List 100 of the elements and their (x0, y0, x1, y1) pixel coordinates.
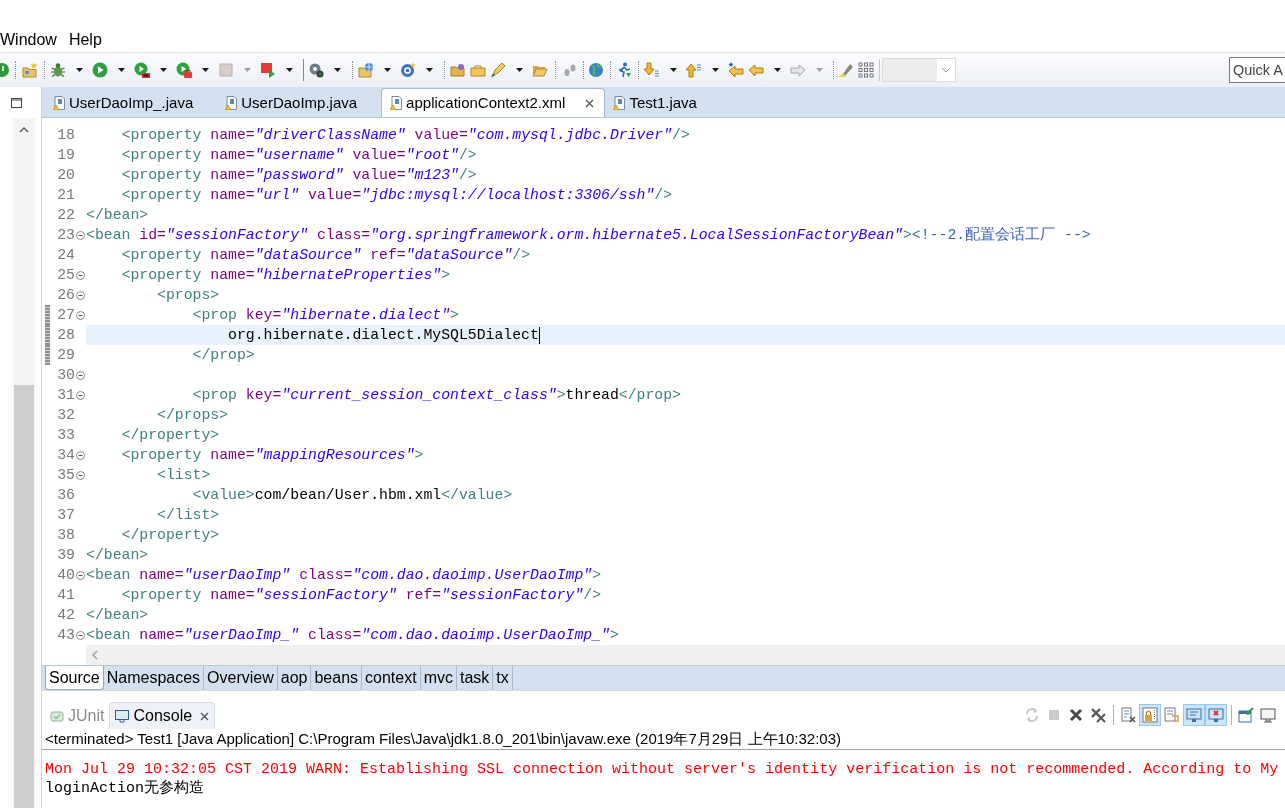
folder-icon[interactable] (450, 62, 466, 78)
folder-star-icon[interactable] (22, 62, 38, 78)
globe-icon[interactable] (588, 62, 604, 78)
caret-icon[interactable] (201, 68, 209, 72)
caret-icon[interactable] (75, 68, 83, 72)
test-icon (50, 709, 64, 722)
editor-tab[interactable]: applicationContext2.xml (381, 88, 606, 117)
line-number: 23 (57, 226, 75, 245)
code-line: </bean> (86, 546, 149, 565)
line-number: 29 (57, 346, 75, 365)
globe-folder-icon[interactable] (358, 62, 374, 78)
editor-tab[interactable]: UserDaoImp_.java (45, 89, 218, 117)
bug-icon[interactable] (50, 62, 66, 78)
line-number: 39 (57, 546, 75, 565)
close-icon[interactable] (585, 98, 595, 108)
arrow-left-icon[interactable] (748, 62, 764, 78)
stop-play-icon[interactable] (260, 62, 276, 78)
arrow-down-icon[interactable] (644, 62, 660, 78)
editor-subtab[interactable]: aop (277, 666, 312, 690)
view-tab[interactable]: Console (109, 702, 216, 729)
collapse-icon[interactable] (76, 470, 85, 480)
play-toolbox-icon[interactable] (176, 62, 192, 78)
code-line: <property name="hibernateProperties"> (121, 266, 451, 285)
line-number: 36 (57, 486, 75, 505)
caret-icon[interactable] (515, 68, 523, 72)
chevron-up-icon[interactable] (19, 127, 29, 133)
gear-icon[interactable] (308, 62, 324, 78)
run-icon[interactable] (92, 62, 108, 78)
editor-subtab[interactable]: Overview (204, 666, 278, 690)
collapse-icon[interactable] (76, 290, 85, 300)
close-icon[interactable] (200, 711, 210, 721)
dropdown-field[interactable] (882, 58, 956, 82)
monitor-x-icon[interactable] (1205, 703, 1227, 726)
line-number: 35 (57, 466, 75, 485)
editor-subtab[interactable]: mvc (420, 666, 457, 690)
caret-icon[interactable] (425, 68, 433, 72)
lock-page-icon[interactable] (1139, 703, 1161, 726)
collapse-icon[interactable] (76, 450, 85, 460)
code-line: </props> (157, 406, 229, 425)
caret-icon[interactable] (383, 68, 391, 72)
code-line: <property name="password" value="m123"/> (121, 166, 477, 185)
line-number: 18 (57, 126, 75, 145)
pen-icon[interactable] (490, 62, 506, 78)
power-icon[interactable] (0, 62, 10, 78)
code-line: </property> (121, 526, 220, 545)
code-line: <property name="url" value="jdbc:mysql://localhost:3306/ssh"/> (121, 186, 673, 205)
code-line: <property name="dataSource" ref="dataSource"/> (121, 246, 531, 265)
editor-subtab[interactable]: context (362, 666, 421, 690)
caret-icon[interactable] (669, 68, 677, 72)
editor-subtab[interactable]: Namespaces (103, 666, 205, 690)
file-warning-icon (390, 96, 403, 110)
menu-item[interactable]: Window (0, 30, 67, 50)
arrow-left-star-icon[interactable] (728, 62, 744, 78)
code-line: <value>com/bean/User.hbm.xml</value> (192, 486, 513, 505)
code-line: <bean name="userDaoImp_" class="com.dao.daoimp.UserDaoImp_"> (86, 626, 619, 645)
scrollbar-thumb[interactable] (14, 385, 34, 808)
play-badge-icon[interactable] (134, 62, 150, 78)
highlighter-icon[interactable] (838, 62, 854, 78)
collapse-icon[interactable] (76, 310, 85, 320)
code-line: <property name="mappingResources"> (121, 446, 424, 465)
collapse-icon[interactable] (76, 570, 85, 580)
console-line: loginAction无参构造 (45, 779, 205, 798)
caret-icon[interactable] (333, 68, 341, 72)
menu-item[interactable]: Help (66, 30, 104, 50)
grid-icon[interactable] (858, 62, 874, 78)
restore-icon[interactable] (11, 97, 22, 108)
editor-subtab[interactable]: Source (45, 666, 104, 690)
collapse-icon[interactable] (76, 370, 85, 380)
caret-icon[interactable] (159, 68, 167, 72)
caret-icon[interactable] (285, 68, 293, 72)
line-number: 43 (57, 626, 75, 645)
collapse-icon[interactable] (76, 630, 85, 640)
collapse-icon[interactable] (76, 270, 85, 280)
collapse-icon[interactable] (76, 390, 85, 400)
editor-subtab[interactable]: beans (311, 666, 363, 690)
code-line: <property name="sessionFactory" ref="sessionFactory"/> (121, 586, 602, 605)
line-number: 42 (57, 606, 75, 625)
line-number: 40 (57, 566, 75, 585)
caret-icon[interactable] (117, 68, 125, 72)
caret-icon[interactable] (773, 68, 781, 72)
arrow-up-icon[interactable] (686, 62, 702, 78)
caret-icon[interactable] (711, 68, 719, 72)
quick-access-field[interactable]: Quick A (1229, 57, 1285, 83)
collapse-icon[interactable] (76, 230, 85, 240)
line-number: 33 (57, 426, 75, 445)
editor-tab[interactable]: UserDaoImp.java (217, 89, 382, 117)
monitor-message-icon[interactable] (1183, 703, 1205, 726)
circle-sparkle-icon[interactable] (400, 62, 416, 78)
line-number: 26 (57, 286, 75, 305)
line-number: 20 (57, 166, 75, 185)
runner-icon[interactable] (616, 62, 632, 78)
line-number: 34 (57, 446, 75, 465)
process-label: <terminated> Test1 [Java Application] C:\Program Files\Java\jdk1.8.0_201\bin\javaw.exe (2019年7月29日 上午10:32:03) (45, 729, 841, 749)
code-line: <props> (157, 286, 220, 305)
code-line: </bean> (86, 206, 149, 225)
editor-tab[interactable]: Test1.java (605, 89, 721, 117)
editor-subtab[interactable]: task (457, 666, 494, 690)
editor-subtab[interactable]: tx (493, 666, 513, 690)
chevron-down-icon[interactable] (941, 67, 951, 73)
line-number: 31 (57, 386, 75, 405)
